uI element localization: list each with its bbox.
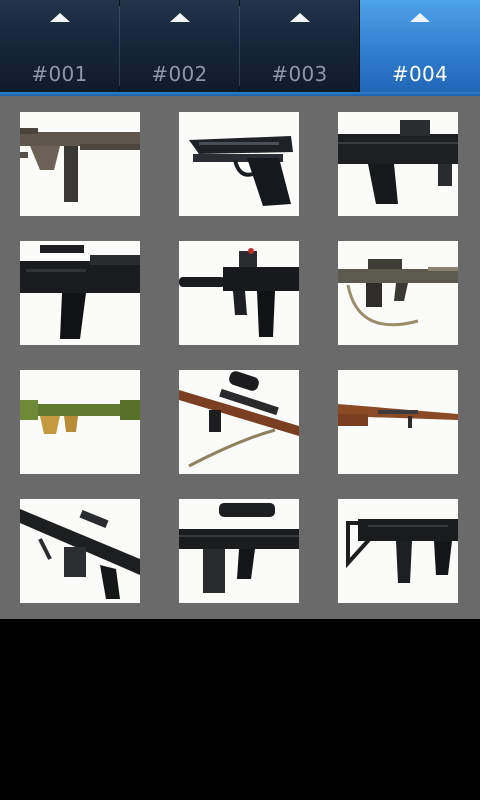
- gallery-item[interactable]: [179, 499, 299, 603]
- chevron-up-icon: [49, 13, 70, 22]
- gallery-item[interactable]: [179, 241, 299, 345]
- tab-004[interactable]: #004: [360, 0, 480, 92]
- pistol-icon: [189, 136, 293, 206]
- gallery-item[interactable]: [179, 112, 299, 216]
- bolt-action-rifle-icon: [338, 404, 458, 428]
- bullpup-rifle-icon: [20, 128, 140, 202]
- bullpup-with-sling-icon: [338, 259, 458, 327]
- scoped-battle-rifle-icon: [179, 503, 299, 593]
- chevron-up-icon: [169, 13, 190, 22]
- smg-with-suppressor-icon: [179, 248, 299, 337]
- tab-label: #003: [271, 62, 328, 86]
- tab-bar: #001 #002 #003 #004: [0, 0, 480, 92]
- tab-001[interactable]: #001: [0, 0, 120, 92]
- tab-002[interactable]: #002: [120, 0, 240, 92]
- assault-rifle-icon: [20, 245, 140, 339]
- chevron-up-icon: [410, 13, 430, 22]
- gallery-item[interactable]: [338, 241, 458, 345]
- chevron-up-icon: [289, 13, 310, 22]
- gallery-item[interactable]: [20, 370, 140, 474]
- gallery-item[interactable]: [20, 112, 140, 216]
- rocket-launcher-icon: [20, 400, 140, 434]
- tab-label: #001: [31, 62, 88, 86]
- image-grid: [0, 96, 480, 619]
- scoped-rifle-icon: [179, 371, 299, 468]
- gallery-item[interactable]: [20, 241, 140, 345]
- tab-label: #004: [391, 62, 449, 86]
- pdw-icon: [338, 120, 458, 204]
- gallery-item[interactable]: [179, 370, 299, 474]
- gallery-item[interactable]: [338, 112, 458, 216]
- gallery-item[interactable]: [20, 499, 140, 603]
- tab-003[interactable]: #003: [240, 0, 360, 92]
- machine-pistol-icon: [346, 519, 458, 583]
- machine-gun-icon: [20, 509, 140, 599]
- gallery-item[interactable]: [338, 370, 458, 474]
- tab-label: #002: [151, 62, 208, 86]
- gallery-item[interactable]: [338, 499, 458, 603]
